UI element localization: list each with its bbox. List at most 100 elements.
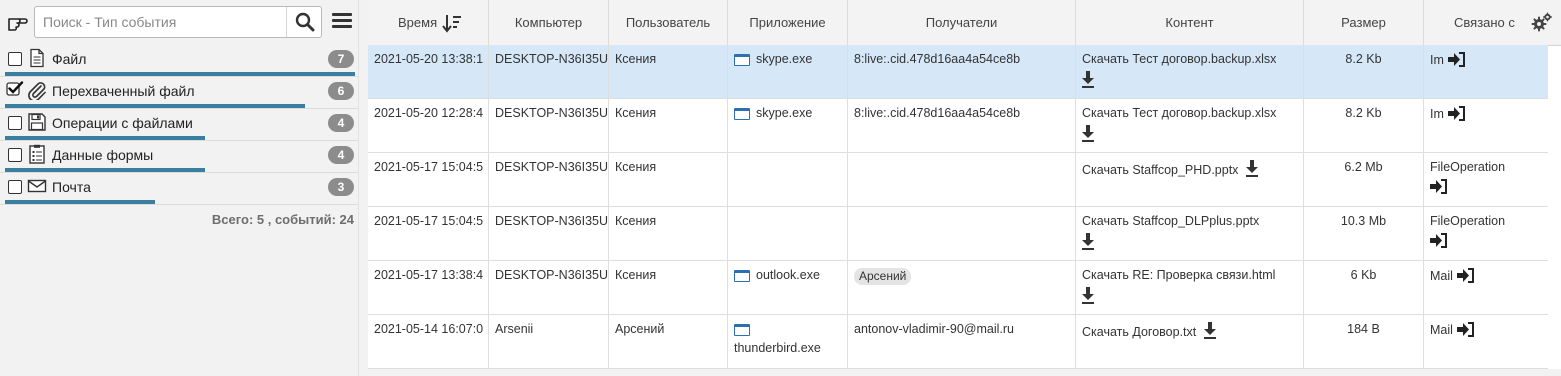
download-link[interactable]: Скачать Договор.txt [1082, 325, 1196, 339]
cell-content: Скачать Тест договор.backup.xlsx [1076, 99, 1304, 152]
go-to-related-icon[interactable] [1430, 233, 1447, 252]
download-icon[interactable] [1082, 287, 1094, 308]
cell-size-text: 8.2 Kb [1345, 52, 1382, 66]
cell-related: Mail [1424, 315, 1548, 368]
hamburger-menu-icon[interactable] [332, 13, 352, 31]
settings-gear-icon[interactable] [1531, 12, 1553, 32]
column-header-application[interactable]: Приложение [728, 0, 848, 45]
cell-user-text: Ксения [615, 52, 657, 66]
file-icon [27, 48, 47, 68]
recipient-chip[interactable]: Арсений [854, 268, 912, 285]
table-row[interactable]: 2021-05-14 16:07:0 Arsenii Арсений thunderb… [368, 315, 1548, 369]
application-window-icon [734, 54, 750, 66]
search-input[interactable] [35, 7, 293, 37]
download-icon[interactable] [1082, 71, 1094, 92]
cell-content: Скачать Договор.txt [1076, 315, 1304, 368]
download-icon[interactable] [1082, 125, 1094, 146]
cell-user: Арсений [609, 315, 728, 368]
pointing-hand-icon[interactable] [6, 10, 28, 32]
event-type-item[interactable]: Почта 3 [0, 172, 358, 205]
cell-user-text: Ксения [615, 160, 657, 174]
cell-computer: DESKTOP-N36I35U [489, 261, 609, 314]
download-icon[interactable] [1082, 233, 1094, 254]
cell-user: Ксения [609, 153, 728, 206]
floppy-disk-icon [27, 112, 47, 132]
table-row[interactable]: 2021-05-17 15:04:5 DESKTOP-N36I35U Ксения С… [368, 207, 1548, 261]
cell-time: 2021-05-20 13:38:1 [368, 45, 489, 98]
cell-time-text: 2021-05-14 16:07:0 [374, 322, 484, 336]
cell-user: Ксения [609, 45, 728, 98]
table-row[interactable]: 2021-05-20 12:28:4 DESKTOP-N36I35U Ксения s… [368, 99, 1548, 153]
cell-application [728, 207, 848, 260]
checkbox-checked[interactable] [6, 81, 24, 97]
checkbox[interactable] [8, 148, 22, 162]
download-link[interactable]: Скачать Тест договор.backup.xlsx [1082, 52, 1276, 66]
column-header-content[interactable]: Контент [1076, 0, 1304, 45]
panel-splitter[interactable] [358, 0, 368, 376]
related-type: Im [1430, 107, 1444, 121]
cell-computer: Arsenii [489, 315, 609, 368]
cell-recipients: 8:live:.cid.478d16aa4a54ce8b [848, 99, 1076, 152]
checkbox[interactable] [8, 116, 22, 130]
table-row[interactable]: 2021-05-17 13:38:4 DESKTOP-N36I35U Ксения o… [368, 261, 1548, 315]
event-type-item[interactable]: Операции с файлами 4 [0, 108, 358, 141]
envelope-icon [27, 176, 47, 196]
item-separator [0, 204, 358, 205]
recipient-text: antonov-vladimir-90@mail.ru [854, 322, 1014, 336]
cell-application: skype.exe [728, 45, 848, 98]
download-link[interactable]: Скачать Staffcop_DLPplus.pptx [1082, 214, 1259, 228]
table-row[interactable]: 2021-05-20 13:38:1 DESKTOP-N36I35U Ксения s… [368, 45, 1548, 99]
event-type-panel: Файл 7 Перехваченный файл 6 Операции с файла… [0, 0, 358, 376]
cell-size: 6 Kb [1304, 261, 1424, 314]
column-header-size[interactable]: Размер [1304, 0, 1424, 45]
cell-size-text: 8.2 Kb [1345, 106, 1382, 120]
cell-user-text: Арсений [615, 322, 665, 336]
go-to-related-icon[interactable] [1447, 106, 1465, 125]
cell-size-text: 6.2 Mb [1344, 160, 1383, 174]
application-name: outlook.exe [756, 268, 820, 282]
event-type-item[interactable]: Данные формы 4 [0, 140, 358, 173]
column-header-recipients[interactable]: Получатели [848, 0, 1076, 45]
cell-time-text: 2021-05-17 13:38:4 [374, 268, 484, 282]
event-type-item[interactable]: Файл 7 [0, 44, 358, 77]
column-header-user[interactable]: Пользователь [609, 0, 728, 45]
event-count-badge: 4 [328, 114, 354, 132]
cell-recipients [848, 153, 1076, 206]
cell-time: 2021-05-17 15:04:5 [368, 207, 489, 260]
cell-content: Скачать Staffcop_PHD.pptx [1076, 153, 1304, 206]
paperclip-icon [27, 80, 47, 102]
recipient-text: 8:live:.cid.478d16aa4a54ce8b [854, 52, 1021, 66]
go-to-related-icon[interactable] [1430, 179, 1447, 198]
event-count-badge: 4 [328, 146, 354, 164]
cell-time-text: 2021-05-17 15:04:5 [374, 214, 484, 228]
go-to-related-icon[interactable] [1447, 52, 1465, 71]
sort-descending-icon[interactable] [442, 13, 462, 33]
event-type-item[interactable]: Перехваченный файл 6 [0, 76, 358, 109]
table-row[interactable]: 2021-05-17 15:04:5 DESKTOP-N36I35U Ксения С… [368, 153, 1548, 207]
cell-user-text: Ксения [615, 106, 657, 120]
application-window-icon [734, 108, 750, 120]
download-link[interactable]: Скачать Тест договор.backup.xlsx [1082, 106, 1276, 120]
checkbox[interactable] [8, 180, 22, 194]
cell-recipients [848, 207, 1076, 260]
search-box [34, 6, 322, 38]
checkbox[interactable] [8, 52, 22, 66]
column-header-computer[interactable]: Компьютер [489, 0, 609, 45]
download-icon[interactable] [1203, 322, 1216, 343]
download-link[interactable]: Скачать Staffcop_PHD.pptx [1082, 163, 1238, 177]
cell-time-text: 2021-05-17 15:04:5 [374, 160, 484, 174]
download-link[interactable]: Скачать RE: Проверка связи.html [1082, 268, 1275, 282]
download-icon[interactable] [1245, 160, 1258, 181]
cell-related: Im [1424, 99, 1548, 152]
go-to-related-icon[interactable] [1456, 322, 1474, 341]
application-window-icon [734, 324, 750, 336]
go-to-related-icon[interactable] [1456, 268, 1474, 287]
event-type-label: Почта [52, 179, 91, 195]
cell-size: 8.2 Kb [1304, 99, 1424, 152]
related-type: Im [1430, 53, 1444, 67]
cell-related: FileOperation [1424, 153, 1548, 206]
cell-related: Mail [1424, 261, 1548, 314]
column-header-time[interactable]: Время [368, 0, 489, 45]
search-button[interactable] [286, 7, 321, 37]
related-type: Mail [1430, 269, 1453, 283]
